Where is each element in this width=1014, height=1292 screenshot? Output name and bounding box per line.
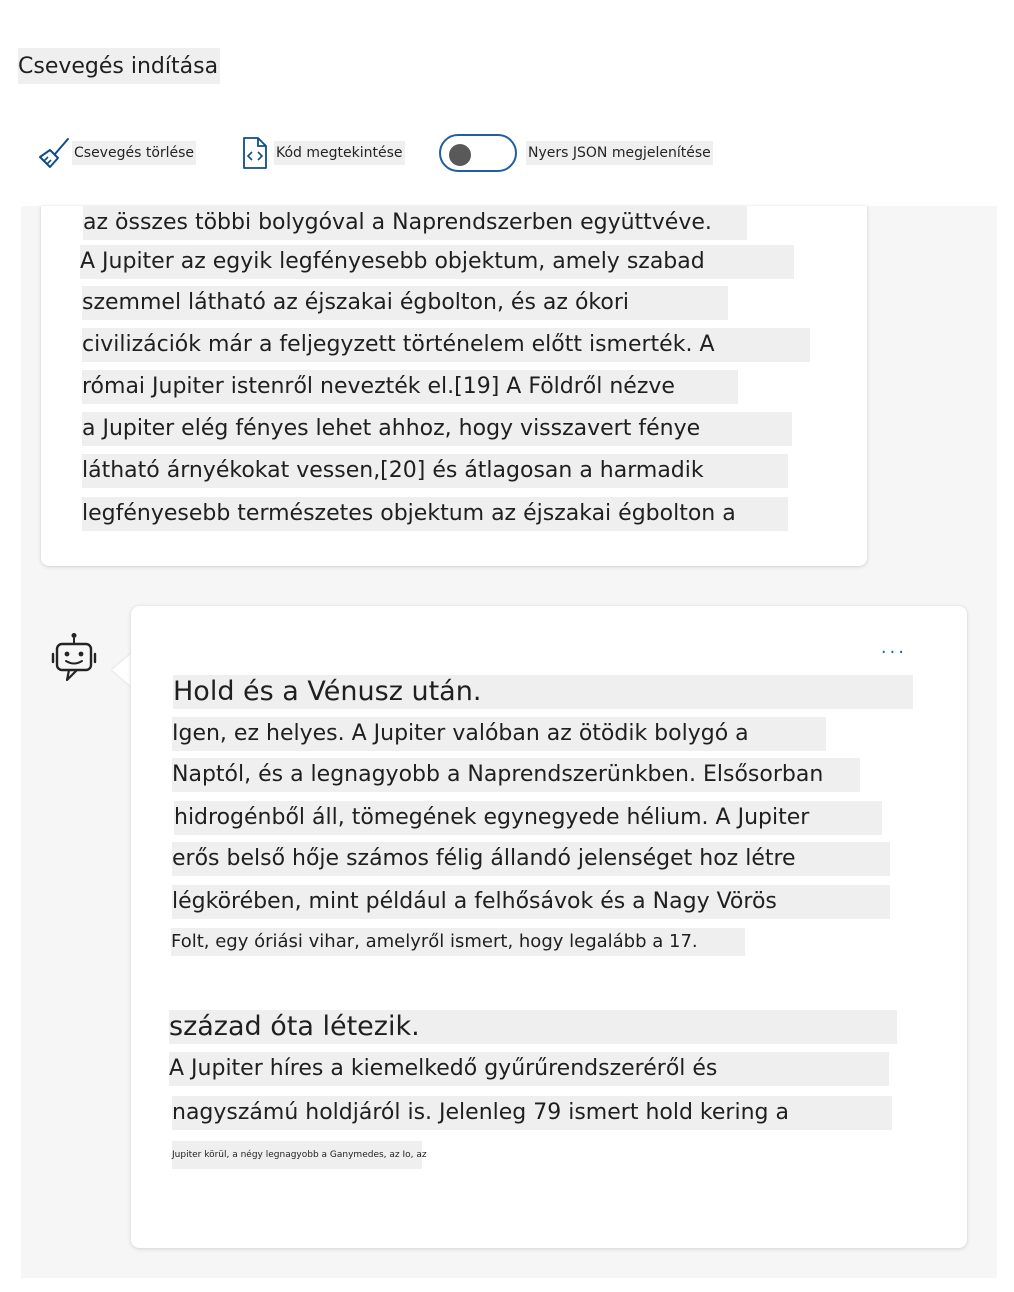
message-line: szemmel látható az éjszakai égbolton, és…	[82, 286, 728, 320]
message-line: Naptól, és a legnagyobb a Naprendszerünk…	[172, 758, 860, 792]
broom-icon	[34, 134, 72, 172]
clear-chat-label: Csevegés törlése	[72, 141, 197, 165]
message-line: civilizációk már a feljegyzett történele…	[82, 328, 810, 362]
message-line: erős belső hője számos félig állandó jel…	[172, 842, 890, 876]
message-line: nagyszámú holdjáról is. Jelenleg 79 isme…	[172, 1096, 892, 1130]
message-line: század óta létezik.	[169, 1010, 897, 1044]
message-line: hidrogénből áll, tömegének egynegyede hé…	[174, 801, 882, 835]
message-line: légkörében, mint például a felhősávok és…	[172, 885, 890, 919]
chat-transcript[interactable]: az összes többi bolygóval a Naprendszerb…	[21, 206, 997, 1278]
message-line: Igen, ez helyes. A Jupiter valóban az öt…	[172, 717, 826, 751]
toggle-switch[interactable]	[439, 134, 517, 172]
toggle-knob	[449, 144, 471, 166]
message-line: látható árnyékokat vessen,[20] és átlago…	[82, 454, 788, 488]
bot-icon	[51, 633, 97, 682]
view-code-button[interactable]: Kód megtekintése	[236, 128, 405, 178]
message-line: Jupiter körül, a négy legnagyobb a Ganym…	[172, 1141, 427, 1169]
chat-toolbar: Csevegés törlése Kód megtekintése Nyers …	[30, 128, 750, 178]
chat-playground: Csevegés indítása Csevegés törlése Kód m…	[0, 0, 1014, 1292]
more-options-button[interactable]: ...	[881, 638, 907, 658]
message-line: A Jupiter az egyik legfényesebb objektum…	[80, 245, 794, 279]
view-code-label: Kód megtekintése	[274, 141, 405, 165]
bot-message-card: ... Hold és a Vénusz után. Igen, ez hely…	[131, 606, 967, 1248]
message-line: római Jupiter istenről nevezték el.[19] …	[82, 370, 738, 404]
raw-json-label: Nyers JSON megjelenítése	[526, 141, 713, 165]
clear-chat-button[interactable]: Csevegés törlése	[34, 128, 197, 178]
message-line: Folt, egy óriási vihar, amelyről ismert,…	[171, 928, 745, 956]
message-line: legfényesebb természetes objektum az éjs…	[82, 497, 788, 531]
code-file-icon	[236, 134, 274, 172]
page-title: Csevegés indítása	[18, 48, 221, 84]
message-line: az összes többi bolygóval a Naprendszerb…	[83, 206, 747, 240]
bot-avatar	[51, 632, 99, 684]
raw-json-toggle[interactable]: Nyers JSON megjelenítése	[439, 128, 713, 178]
message-line: A Jupiter híres a kiemelkedő gyűrűrendsz…	[169, 1052, 889, 1086]
message-line: Hold és a Vénusz után.	[173, 675, 913, 709]
bubble-tail	[112, 653, 132, 687]
message-line: a Jupiter elég fényes lehet ahhoz, hogy …	[82, 412, 792, 446]
user-message-card: az összes többi bolygóval a Naprendszerb…	[41, 206, 867, 566]
